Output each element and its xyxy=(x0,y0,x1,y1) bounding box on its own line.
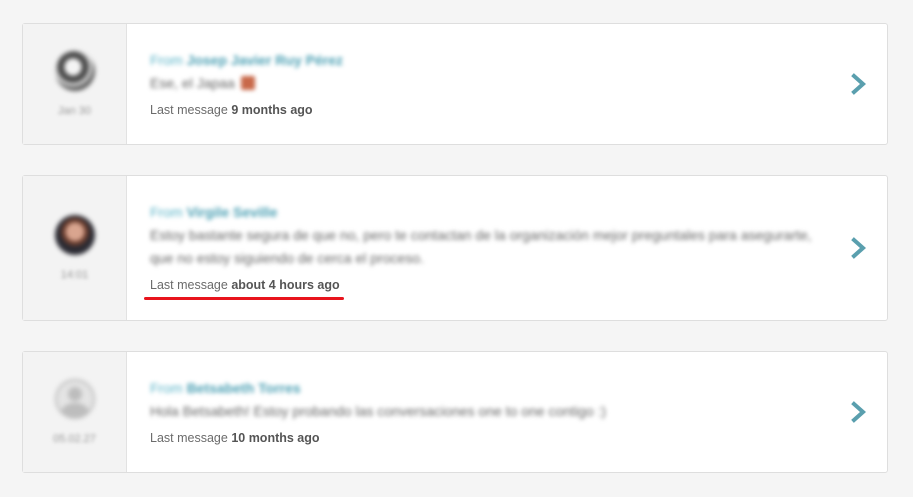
conversation-date: Jan 30 xyxy=(57,105,92,117)
last-message-label: Last message xyxy=(150,102,228,117)
conversation-date: 14:01 xyxy=(60,269,89,281)
last-message-label: Last message xyxy=(150,278,228,292)
message-preview-text: Ese, el Japaa xyxy=(150,74,235,91)
last-message-time: 10 months ago xyxy=(231,430,320,445)
last-message-info: Last message 10 months ago xyxy=(150,429,827,447)
conversation-item[interactable]: Jan 30 From Josep Javier Ruy Pérez Ese, … xyxy=(22,23,888,145)
from-prefix: From xyxy=(150,379,183,396)
last-message-time: about 4 hours ago xyxy=(231,278,340,292)
conversation-item[interactable]: 05.02.27 From Betsabeth Torres Hola Bets… xyxy=(22,351,888,473)
conversation-from: From Virgile Seville xyxy=(150,202,827,222)
sender-name[interactable]: Josep Javier Ruy Pérez xyxy=(187,52,343,68)
gift-emoji-icon xyxy=(240,75,255,90)
chevron-right-icon[interactable] xyxy=(851,73,867,95)
conversation-body: From Josep Javier Ruy Pérez Ese, el Japa… xyxy=(127,24,887,144)
conversation-date: 05.02.27 xyxy=(53,433,96,445)
conversation-from: From Josep Javier Ruy Pérez xyxy=(150,50,827,70)
conversation-sidebar: 14:01 xyxy=(23,176,127,320)
message-preview: Estoy bastante segura de que no, pero te… xyxy=(150,224,827,270)
sender-name[interactable]: Betsabeth Torres xyxy=(187,380,301,396)
message-preview-text: Estoy bastante segura de que no, pero te… xyxy=(150,227,812,266)
chevron-right-icon[interactable] xyxy=(851,237,867,259)
last-message-label: Last message xyxy=(150,430,228,445)
avatar xyxy=(54,215,95,255)
last-message-info: Last message 9 months ago xyxy=(150,101,827,119)
conversation-sidebar: 05.02.27 xyxy=(23,352,127,472)
conversation-from: From Betsabeth Torres xyxy=(150,378,827,398)
message-preview: Ese, el Japaa xyxy=(150,72,827,95)
last-message-time: 9 months ago xyxy=(231,102,313,117)
sender-name[interactable]: Virgile Seville xyxy=(187,204,278,220)
avatar-placeholder-icon xyxy=(54,379,95,419)
last-message-info: Last message about 4 hours ago xyxy=(150,276,827,294)
from-prefix: From xyxy=(150,204,183,220)
message-preview: Hola Betsabeth! Estoy probando las conve… xyxy=(150,400,827,423)
message-preview-text: Hola Betsabeth! Estoy probando las conve… xyxy=(150,402,607,419)
highlight-underline xyxy=(144,297,344,300)
conversation-sidebar: Jan 30 xyxy=(23,24,127,144)
conversation-list: Jan 30 From Josep Javier Ruy Pérez Ese, … xyxy=(0,0,913,497)
from-prefix: From xyxy=(150,51,183,68)
avatar xyxy=(54,51,95,91)
chevron-right-icon[interactable] xyxy=(851,401,867,423)
conversation-body: From Betsabeth Torres Hola Betsabeth! Es… xyxy=(127,352,887,472)
